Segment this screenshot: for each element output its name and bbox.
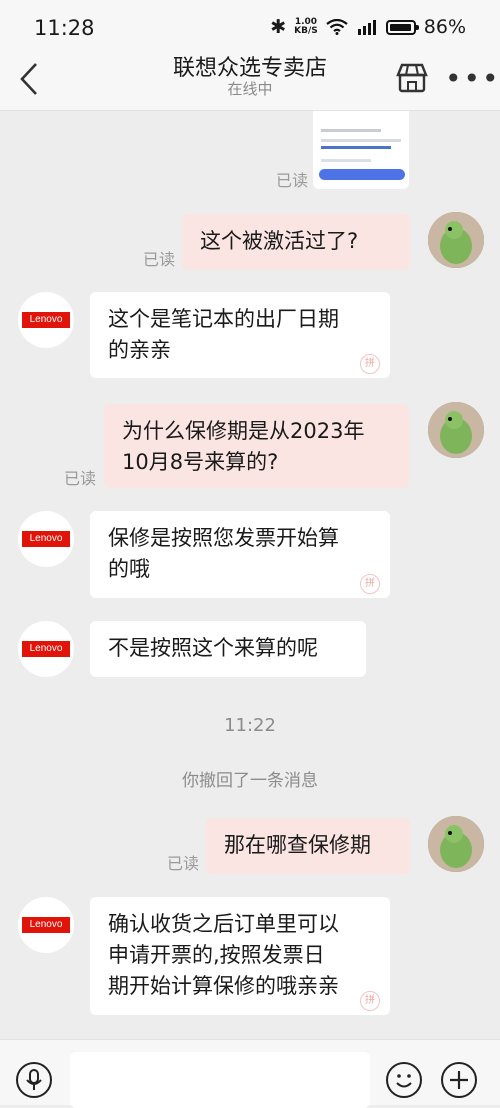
message-text: 的亲亲 [108,338,171,362]
message-text: 的哦 [108,557,150,581]
lenovo-logo: Lenovo [22,312,70,328]
message-text: 申请开票的,按照发票日 [108,943,325,967]
user-avatar[interactable] [428,816,484,872]
input-bar [0,1039,500,1108]
message-text: 这个被激活过了? [200,229,359,253]
message-bubble-incoming[interactable]: 保修是按照您发票开始算 的哦 拼 [90,511,390,598]
emoji-icon[interactable] [386,1062,422,1098]
message-text: 这个是笔记本的出厂日期 [108,307,339,331]
read-receipt: 已读 [64,469,97,488]
microphone-icon [26,1069,42,1090]
speed-unit: KB/S [294,26,318,36]
plus-icon [450,1071,468,1089]
message-bubble-outgoing[interactable]: 这个被激活过了? [182,214,410,270]
message-text: 期开始计算保修的哦亲亲 [108,974,339,998]
status-bar: 11:28 ✱ 1.00 KB/S 86% [0,0,500,56]
lenovo-avatar[interactable]: Lenovo [18,621,74,677]
store-icon[interactable] [394,60,430,96]
user-avatar[interactable] [428,212,484,268]
read-receipt: 已读 [143,250,176,269]
avatar-image [428,212,484,268]
smiley-icon [396,1074,412,1088]
status-icons: ✱ 1.00 KB/S 86% [270,16,466,38]
lenovo-logo: Lenovo [22,641,70,657]
lenovo-avatar[interactable]: Lenovo [18,511,74,567]
avatar-image [428,816,484,872]
message-bubble-incoming[interactable]: 确认收货之后订单里可以 申请开票的,按照发票日 期开始计算保修的哦亲亲 拼 [90,897,390,1015]
message-text: 那在哪查保修期 [224,833,371,857]
recall-notice: 你撤回了一条消息 [182,771,318,791]
read-receipt: 已读 [276,171,309,190]
battery-percent: 86% [423,16,466,38]
lenovo-logo: Lenovo [22,531,70,547]
more-icon[interactable]: ••• [445,62,500,95]
read-receipt: 已读 [167,854,200,873]
watermark-icon: 拼 [360,354,380,374]
signal-icon [357,20,376,35]
lenovo-avatar[interactable]: Lenovo [18,897,74,953]
message-text: 确认收货之后订单里可以 [108,912,339,936]
message-bubble-outgoing[interactable]: 那在哪查保修期 [206,818,410,874]
message-text: 不是按照这个来算的呢 [108,636,318,660]
message-bubble-incoming[interactable]: 这个是笔记本的出厂日期 的亲亲 拼 [90,292,390,378]
battery-icon [385,19,419,35]
wifi-icon [326,19,348,35]
watermark-icon: 拼 [360,574,380,594]
status-time: 11:28 [34,16,95,40]
shared-image-message[interactable] [313,111,409,189]
avatar-image [428,402,484,458]
lenovo-avatar[interactable]: Lenovo [18,292,74,348]
bluetooth-icon: ✱ [270,16,287,38]
message-input[interactable] [70,1052,370,1108]
message-text: 为什么保修期是从2023年 [122,419,365,443]
watermark-icon: 拼 [360,991,380,1011]
lenovo-logo: Lenovo [22,917,70,933]
message-bubble-outgoing[interactable]: 为什么保修期是从2023年 10月8号来算的? [104,404,409,488]
chat-header: 联想众选专卖店 在线中 ••• [0,56,500,111]
add-icon[interactable] [441,1062,477,1098]
chat-area[interactable]: 已读 已读 这个被激活过了? Lenovo 这个是笔记本的出厂日期 的亲亲 拼 … [0,111,500,1039]
message-bubble-incoming[interactable]: 不是按照这个来算的呢 [90,621,366,677]
network-speed: 1.00 KB/S [294,18,318,36]
message-text: 保修是按照您发票开始算 [108,526,339,550]
voice-icon[interactable] [16,1062,52,1098]
user-avatar[interactable] [428,402,484,458]
message-text: 10月8号来算的? [122,450,279,474]
timestamp: 11:22 [224,715,276,736]
